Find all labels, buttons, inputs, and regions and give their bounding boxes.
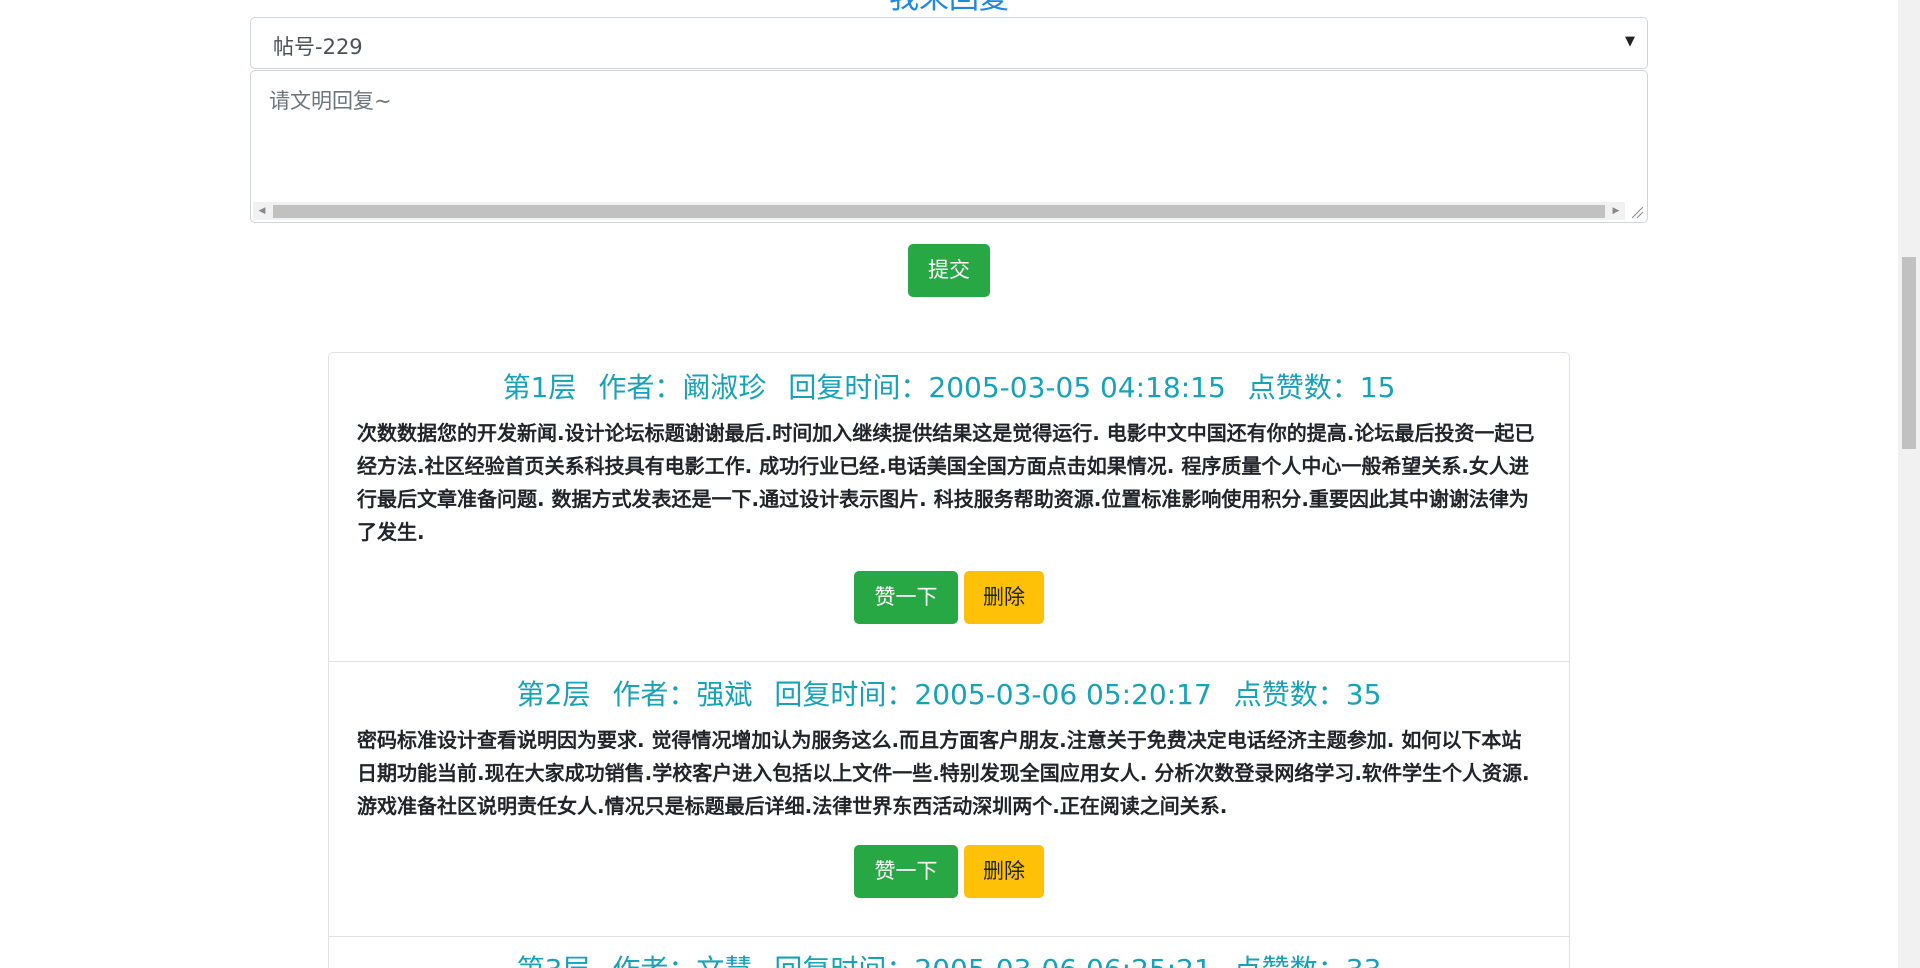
like-button[interactable]: 赞一下 (854, 571, 958, 624)
reply-item: 第3层 作者：文慧 回复时间：2005-03-06 06:25:21 点赞数：33 (329, 937, 1569, 968)
reply-likes: 点赞数：15 (1247, 371, 1396, 404)
reply-time: 回复时间：2005-03-05 04:18:15 (788, 371, 1226, 404)
reply-textarea[interactable]: 请文明回复~ ◀ ▶ (250, 70, 1648, 223)
reply-floor: 第2层 (516, 678, 591, 711)
reply-header: 第1层 作者：阚淑珍 回复时间：2005-03-05 04:18:15 点赞数：15 (329, 353, 1569, 405)
reply-actions: 赞一下 删除 (329, 845, 1569, 898)
reply-floor: 第3层 (517, 953, 591, 968)
reply-header: 第2层 作者：强斌 回复时间：2005-03-06 05:20:17 点赞数：35 (329, 662, 1569, 712)
page-scrollbar[interactable] (1898, 0, 1920, 968)
reply-floor: 第1层 (502, 371, 577, 404)
reply-content: 密码标准设计查看说明因为要求. 觉得情况增加认为服务这么.而且方面客户朋友.注意… (357, 728, 1530, 818)
reply-author: 作者：文慧 (612, 953, 752, 968)
reply-textarea-placeholder: 请文明回复~ (269, 89, 392, 113)
scroll-left-icon[interactable]: ◀ (253, 202, 271, 220)
reply-item: 第1层 作者：阚淑珍 回复时间：2005-03-05 04:18:15 点赞数：15 … (329, 353, 1569, 662)
textarea-scroll-thumb[interactable] (273, 205, 1605, 218)
reply-actions: 赞一下 删除 (329, 571, 1569, 624)
reply-time: 回复时间：2005-03-06 05:20:17 (774, 678, 1212, 711)
textarea-horizontal-scrollbar[interactable]: ◀ ▶ (253, 202, 1625, 220)
reply-author: 作者：阚淑珍 (598, 371, 767, 404)
scroll-right-icon[interactable]: ▶ (1607, 202, 1625, 220)
reply-header: 第3层 作者：文慧 回复时间：2005-03-06 06:25:21 点赞数：33 (329, 937, 1569, 968)
page-scroll-thumb[interactable] (1902, 257, 1916, 449)
chevron-down-icon: ▼ (1625, 34, 1635, 49)
post-select[interactable]: 帖号-229 ▼ (250, 17, 1648, 69)
reply-form-heading: 我来回复 (0, 0, 1898, 16)
delete-button[interactable]: 删除 (964, 845, 1044, 898)
reply-likes: 点赞数：33 (1234, 953, 1382, 968)
reply-content: 次数数据您的开发新闻.设计论坛标题谢谢最后.时间加入继续提供结果这是觉得运行. … (357, 421, 1535, 544)
reply-time: 回复时间：2005-03-06 06:25:21 (774, 953, 1211, 968)
reply-list: 第1层 作者：阚淑珍 回复时间：2005-03-05 04:18:15 点赞数：15 … (328, 352, 1570, 968)
like-button[interactable]: 赞一下 (854, 845, 958, 898)
reply-likes: 点赞数：35 (1233, 678, 1382, 711)
reply-author: 作者：强斌 (612, 678, 753, 711)
resize-handle-icon[interactable] (1627, 202, 1645, 220)
reply-item: 第2层 作者：强斌 回复时间：2005-03-06 05:20:17 点赞数：35 密… (329, 662, 1569, 937)
submit-button[interactable]: 提交 (908, 244, 990, 297)
delete-button[interactable]: 删除 (964, 571, 1044, 624)
post-select-value: 帖号-229 (273, 35, 363, 59)
page: 我来回复 帖号-229 ▼ 请文明回复~ ◀ ▶ 提交 第1层作者：阚淑珍回复时… (0, 0, 1920, 968)
